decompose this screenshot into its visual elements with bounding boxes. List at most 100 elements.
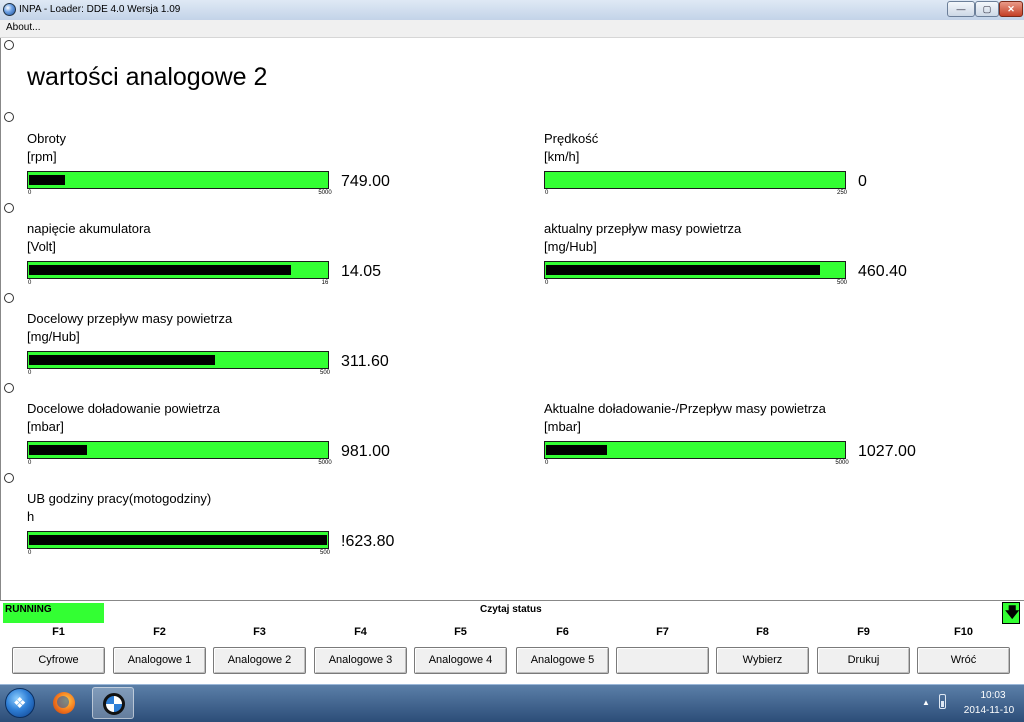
arrow-down-icon: 🡇: [1005, 604, 1020, 620]
gauge-label: Aktualne doładowanie-/Przepływ masy powi…: [544, 401, 826, 416]
analogowe-5-button[interactable]: Analogowe 5: [516, 647, 609, 674]
gauge-bar-fill: [29, 175, 65, 185]
gauge-label: Docelowe doładowanie powietrza: [27, 401, 220, 416]
gauge-unit: [km/h]: [544, 149, 580, 164]
gauge-min: 0: [28, 190, 32, 196]
gauge-min: 0: [28, 370, 32, 376]
wybierz-button[interactable]: Wybierz: [716, 647, 809, 674]
drukuj-button[interactable]: Drukuj: [817, 647, 910, 674]
gauge-predkosc: Prędkość [km/h] 0 0 250: [544, 131, 944, 203]
row-radio-3[interactable]: [4, 203, 14, 213]
gauge-bar: [27, 441, 329, 459]
main-content: wartości analogowe 2 Obroty [rpm] 749.00…: [0, 38, 1021, 600]
gauge-min: 0: [28, 550, 32, 556]
gauge-unit: [mg/Hub]: [27, 329, 80, 344]
gauge-label: UB godziny pracy(motogodziny): [27, 491, 212, 506]
page-title: wartości analogowe 2: [27, 63, 268, 91]
gauge-value: 1027.00: [858, 443, 916, 460]
gauge-max: 5000: [318, 190, 332, 196]
gauge-min: 0: [545, 280, 549, 286]
taskbar-firefox[interactable]: [44, 687, 86, 719]
gauge-value: 749.00: [341, 173, 390, 190]
minimize-button[interactable]: —: [947, 1, 975, 17]
gauge-bar-fill: [29, 445, 87, 455]
clock-date[interactable]: 2014-11-10: [958, 705, 1020, 716]
fkey-label-f10: F10: [954, 626, 973, 638]
gauge-bar-fill: [29, 355, 215, 365]
gauge-bar: [544, 171, 846, 189]
gauge-aktualny-przeplyw: aktualny przepływ masy powietrza [mg/Hub…: [544, 221, 944, 293]
row-radio-4[interactable]: [4, 293, 14, 303]
gauge-unit: [mbar]: [544, 419, 581, 434]
gauge-unit: h: [27, 509, 35, 524]
gauge-bar-fill: [29, 535, 327, 545]
gauge-bar-fill: [546, 265, 820, 275]
tray-show-hidden-icon[interactable]: ▲: [922, 698, 930, 707]
gauge-min: 0: [545, 460, 549, 466]
gauge-max: 500: [319, 550, 331, 556]
gauge-bar: [544, 441, 846, 459]
maximize-button[interactable]: ▢: [975, 1, 999, 17]
gauge-bar: [27, 171, 329, 189]
gauge-max: 5000: [318, 460, 332, 466]
taskbar: ❖ ▲ 10:03 2014-11-10: [0, 684, 1024, 722]
fkey-label-f8: F8: [756, 626, 769, 638]
gauge-max: 250: [836, 190, 848, 196]
scroll-down-button[interactable]: 🡇: [1002, 602, 1020, 624]
analogowe-3-button[interactable]: Analogowe 3: [314, 647, 407, 674]
gauge-min: 0: [28, 280, 32, 286]
f7-button[interactable]: [616, 647, 709, 674]
gauge-bar: [27, 351, 329, 369]
analogowe-1-button[interactable]: Analogowe 1: [113, 647, 206, 674]
analogowe-2-button[interactable]: Analogowe 2: [213, 647, 306, 674]
gauge-label: Docelowy przepływ masy powietrza: [27, 311, 233, 326]
title-bar: INPA - Loader: DDE 4.0 Wersja 1.09 — ▢ ✕: [0, 0, 1024, 21]
running-indicator: RUNNING: [3, 603, 104, 623]
gauge-value: 981.00: [341, 443, 390, 460]
gauge-unit: [rpm]: [27, 149, 57, 164]
fkey-label-f5: F5: [454, 626, 467, 638]
gauge-max: 16: [321, 280, 329, 286]
fkey-label-f4: F4: [354, 626, 367, 638]
fkey-label-f6: F6: [556, 626, 569, 638]
fkey-label-f3: F3: [253, 626, 266, 638]
inpa-app-icon[interactable]: [3, 3, 16, 16]
gauge-unit: [Volt]: [27, 239, 56, 254]
windows-start-button[interactable]: ❖: [5, 688, 35, 718]
gauge-label: aktualny przepływ masy powietrza: [544, 221, 742, 236]
close-button[interactable]: ✕: [999, 1, 1023, 17]
battery-icon[interactable]: [939, 694, 946, 709]
window-title: INPA - Loader: DDE 4.0 Wersja 1.09: [19, 4, 181, 15]
row-radio-1[interactable]: [4, 40, 14, 50]
fkey-label-f1: F1: [52, 626, 65, 638]
row-radio-5[interactable]: [4, 383, 14, 393]
analogowe-4-button[interactable]: Analogowe 4: [414, 647, 507, 674]
firefox-icon: [53, 692, 75, 714]
row-radio-6[interactable]: [4, 473, 14, 483]
menu-about[interactable]: About...: [6, 22, 40, 33]
gauge-aktualne-doladowanie: Aktualne doładowanie-/Przepływ masy powi…: [544, 401, 944, 473]
gauge-bar-fill: [29, 265, 291, 275]
row-radio-2[interactable]: [4, 112, 14, 122]
status-bar: RUNNING Czytaj status 🡇: [0, 600, 1024, 625]
gauge-bar-fill: [546, 445, 607, 455]
gauge-min: 0: [545, 190, 549, 196]
minimize-icon: —: [956, 4, 966, 14]
gauge-bar: [27, 261, 329, 279]
taskbar-inpa[interactable]: [92, 687, 134, 719]
wroc-button[interactable]: Wróć: [917, 647, 1010, 674]
gauge-unit: [mg/Hub]: [544, 239, 597, 254]
cyfrowe-button[interactable]: Cyfrowe: [12, 647, 105, 674]
gauge-godziny-pracy: UB godziny pracy(motogodziny) h !623.80 …: [27, 491, 427, 563]
gauge-label: Obroty: [27, 131, 67, 146]
gauge-max: 5000: [835, 460, 849, 466]
gauge-unit: [mbar]: [27, 419, 64, 434]
windows-start-icon: ❖: [13, 695, 27, 712]
bmw-inpa-icon: [103, 693, 125, 715]
fkey-label-f7: F7: [656, 626, 669, 638]
gauge-value: 0: [858, 173, 867, 190]
clock-time[interactable]: 10:03: [966, 690, 1020, 701]
gauge-label: napięcie akumulatora: [27, 221, 151, 236]
gauge-bar: [544, 261, 846, 279]
gauge-value: 311.60: [341, 353, 389, 370]
